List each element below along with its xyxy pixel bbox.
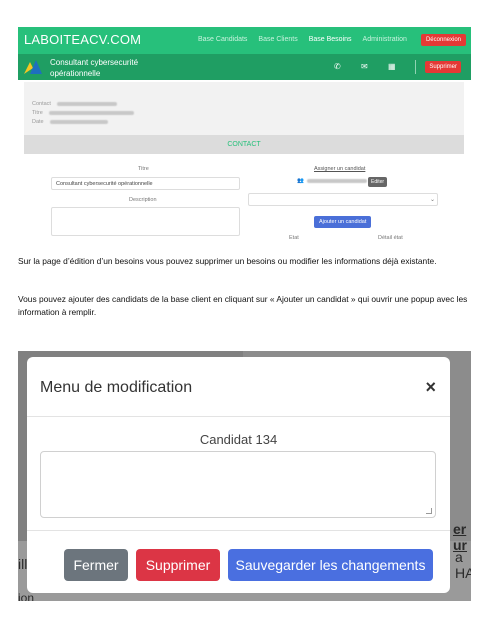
phone-icon[interactable]: ✆ xyxy=(334,62,341,71)
page-screenshot-modal: er ur a HA ill ion Menu de modification … xyxy=(18,351,471,601)
description-paragraph-1: Sur la page d’édition d’un besoins vous … xyxy=(18,256,437,266)
calendar-icon[interactable]: ▦ xyxy=(388,62,396,71)
candidate-textarea[interactable] xyxy=(40,451,436,518)
titre-input[interactable]: Consultant cybersecurité opérationnelle xyxy=(51,177,240,190)
nav-links: Base Candidats Base Clients Base Besoins… xyxy=(198,36,407,43)
detail-etat-label: Détail état xyxy=(378,235,403,241)
delete-need-button[interactable]: Supprimer xyxy=(425,61,461,73)
contact-tab[interactable]: CONTACT xyxy=(24,135,464,154)
nav-administration[interactable]: Administration xyxy=(363,36,407,43)
close-button[interactable]: Fermer xyxy=(64,549,128,581)
card-row-titre: Titre xyxy=(32,110,134,116)
mail-icon[interactable]: ✉ xyxy=(361,62,368,71)
close-icon[interactable]: × xyxy=(425,377,436,398)
edit-modal: Menu de modification × Candidat 134 Ferm… xyxy=(27,357,450,593)
background-fragment: ill xyxy=(18,556,28,572)
add-candidate-button[interactable]: Ajouter un candidat xyxy=(314,216,372,228)
save-changes-button[interactable]: Sauvegarder les changements xyxy=(228,549,433,581)
resize-handle-icon[interactable] xyxy=(426,508,432,514)
nav-base-clients[interactable]: Base Clients xyxy=(258,36,297,43)
assign-candidate-link[interactable]: Assigner un candidat xyxy=(314,166,365,172)
description-label: Description xyxy=(129,197,157,203)
top-navbar: LABOITEACV.COM Base Candidats Base Clien… xyxy=(18,27,471,54)
candidate-label: Candidat 134 xyxy=(199,432,278,447)
app-logo-icon xyxy=(24,60,42,74)
brand-logo[interactable]: LABOITEACV.COM xyxy=(24,32,141,47)
delete-button[interactable]: Supprimer xyxy=(136,549,220,581)
modal-title: Menu de modification xyxy=(40,379,193,396)
edit-candidate-button[interactable]: Editer xyxy=(368,177,388,187)
nav-base-besoins[interactable]: Base Besoins xyxy=(309,36,352,43)
titre-label: Titre xyxy=(138,166,149,172)
card-row-contact: Contact xyxy=(32,101,117,107)
modal-divider xyxy=(27,530,450,531)
description-paragraph-2: Vous pouvez ajouter des candidats de la … xyxy=(18,294,468,317)
nav-base-candidats[interactable]: Base Candidats xyxy=(198,36,247,43)
candidate-select[interactable]: ⌄ xyxy=(248,193,438,206)
header-divider xyxy=(415,60,416,74)
logout-button[interactable]: Déconnexion xyxy=(420,34,466,46)
description-textarea[interactable] xyxy=(51,207,240,236)
background-fragment: a HA xyxy=(455,549,471,581)
etat-label: Etat xyxy=(289,235,299,241)
modal-divider xyxy=(27,416,450,417)
page-title: Consultant cybersecurité opérationnelle xyxy=(50,58,139,78)
card-row-date: Date xyxy=(32,119,108,125)
page-screenshot-edit-need: LABOITEACV.COM Base Candidats Base Clien… xyxy=(18,27,471,244)
page-header-bar: Consultant cybersecurité opérationnelle … xyxy=(18,54,471,80)
assigned-candidate-name: 👥 xyxy=(297,178,368,184)
